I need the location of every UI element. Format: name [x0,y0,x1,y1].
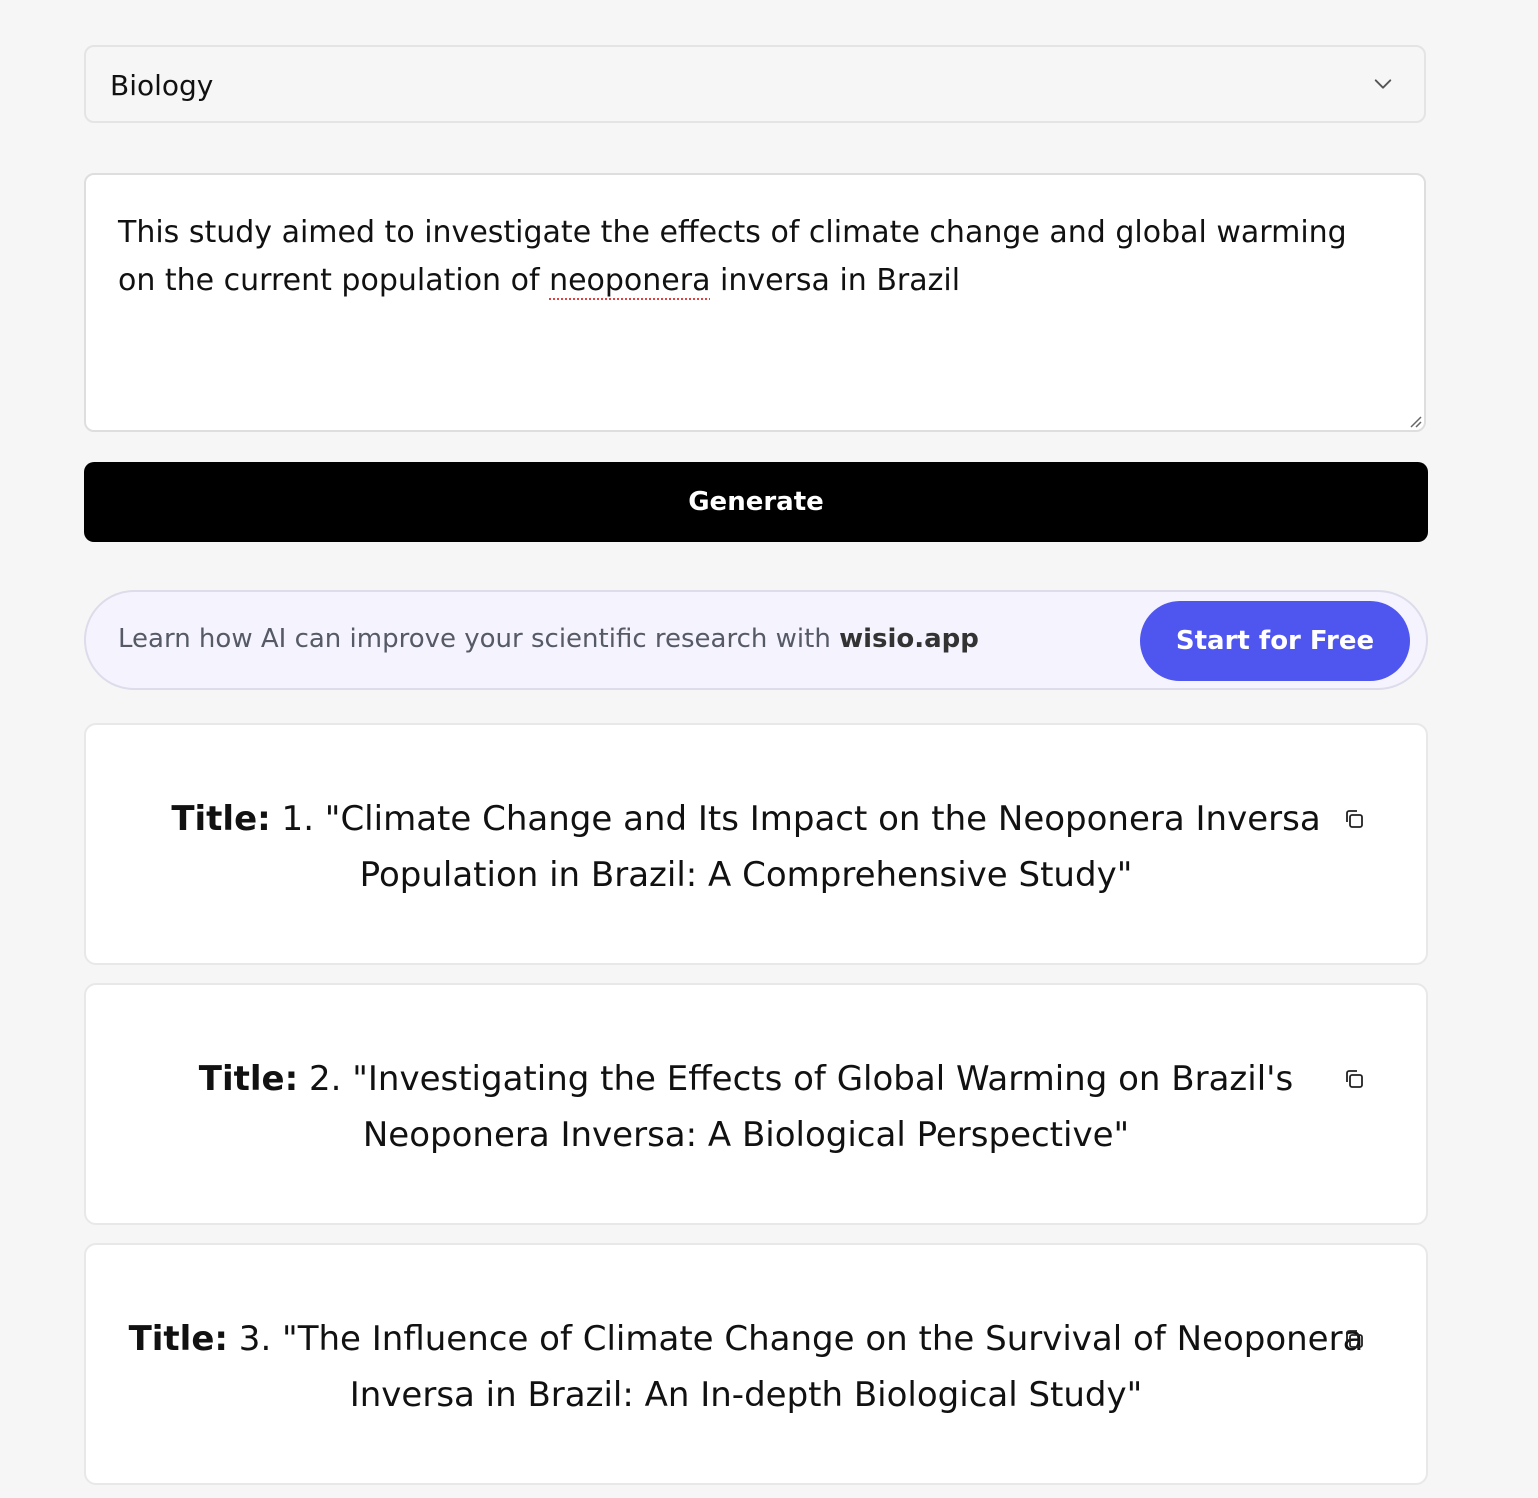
result-card-3: Title: 3. "The Influence of Climate Chan… [84,1243,1428,1485]
abstract-text-end: inversa in Brazil [710,263,961,298]
promo-text: Learn how AI can improve your scientific… [118,624,979,654]
promo-banner: Learn how AI can improve your scientific… [84,590,1428,690]
result-title-text: Title: 1. "Climate Change and Its Impact… [126,791,1366,903]
generate-button[interactable]: Generate [84,462,1428,542]
result-title-value: 3. "The Influence of Climate Change on t… [228,1319,1364,1415]
subject-select-value: Biology [110,69,214,102]
copy-icon[interactable] [1342,807,1366,831]
result-title-label: Title: [171,799,271,839]
result-title-label: Title: [198,1059,299,1099]
start-for-free-button[interactable]: Start for Free [1140,601,1410,681]
chevron-down-icon [1374,79,1392,89]
result-title-value: 2. "Investigating the Effects of Global … [298,1059,1294,1155]
result-title-text: Title: 2. "Investigating the Effects of … [126,1051,1366,1163]
subject-select[interactable]: Biology [84,45,1426,123]
copy-icon[interactable] [1342,1327,1366,1351]
promo-message: Learn how AI can improve your scientific… [118,624,840,654]
resize-handle-icon[interactable] [1406,412,1422,428]
abstract-text-misspelled-word: neoponera [549,263,711,298]
result-card-1: Title: 1. "Climate Change and Its Impact… [84,723,1428,965]
result-title-text: Title: 3. "The Influence of Climate Chan… [126,1311,1366,1423]
result-title-value: 1. "Climate Change and Its Impact on the… [270,799,1321,895]
result-card-2: Title: 2. "Investigating the Effects of … [84,983,1428,1225]
copy-icon[interactable] [1342,1067,1366,1091]
abstract-textarea[interactable]: This study aimed to investigate the effe… [84,173,1426,432]
promo-brand-link[interactable]: wisio.app [839,624,979,654]
result-title-label: Title: [128,1319,228,1359]
